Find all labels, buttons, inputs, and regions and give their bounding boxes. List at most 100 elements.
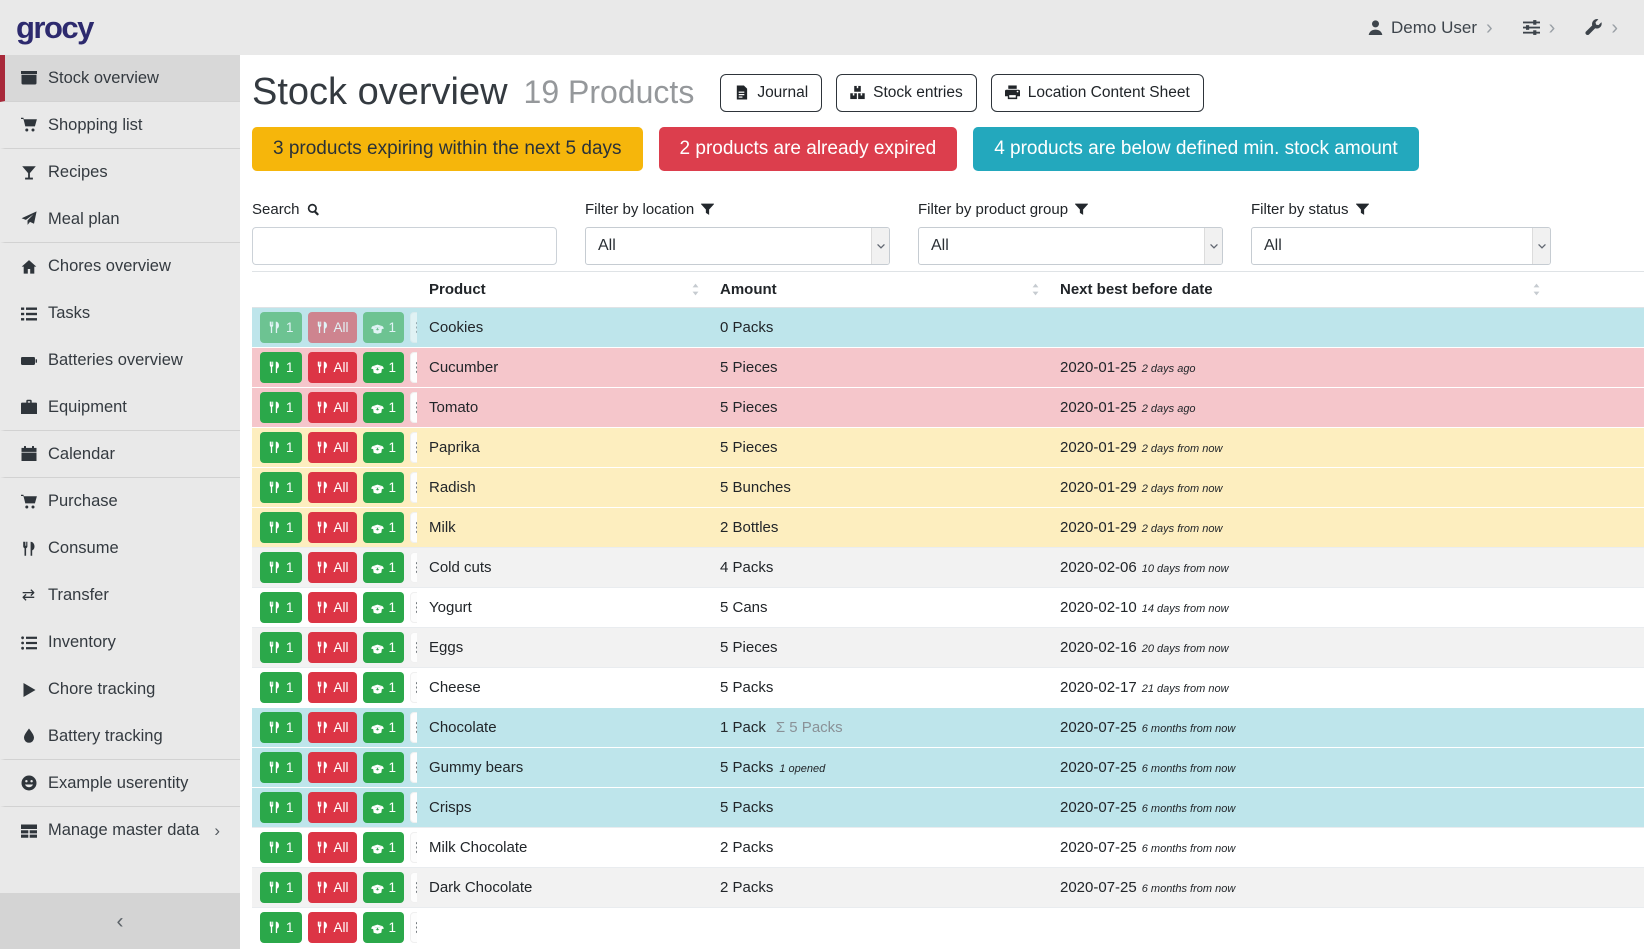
product-cell[interactable]: Milk — [417, 507, 708, 547]
open-one-button[interactable]: 1 — [363, 792, 405, 823]
sidebar-item-equipment[interactable]: Equipment — [0, 384, 240, 431]
sidebar-item-manage-master-data[interactable]: Manage master data› — [0, 807, 240, 854]
consume-one-button[interactable]: 1 — [260, 592, 302, 623]
consume-all-button[interactable]: All — [308, 552, 357, 583]
sort-icon[interactable] — [1029, 283, 1042, 296]
row-more-menu-button[interactable] — [410, 712, 417, 743]
sort-icon[interactable] — [1530, 283, 1543, 296]
row-more-menu-button[interactable] — [410, 432, 417, 463]
row-more-menu-button[interactable] — [410, 392, 417, 423]
open-one-button[interactable]: 1 — [363, 392, 405, 423]
amount-column-header[interactable]: Amount — [708, 271, 1048, 307]
consume-all-button[interactable]: All — [308, 752, 357, 783]
sidebar-item-purchase[interactable]: Purchase — [0, 478, 240, 525]
product-cell[interactable]: Paprika — [417, 427, 708, 467]
consume-one-button[interactable]: 1 — [260, 792, 302, 823]
open-one-button[interactable]: 1 — [363, 912, 405, 943]
product-column-header[interactable]: Product — [417, 271, 708, 307]
row-more-menu-button[interactable] — [410, 752, 417, 783]
location-filter-select[interactable]: All — [585, 227, 890, 265]
consume-one-button[interactable]: 1 — [260, 872, 302, 903]
row-more-menu-button[interactable] — [410, 592, 417, 623]
consume-one-button[interactable]: 1 — [260, 472, 302, 503]
consume-all-button[interactable]: All — [308, 792, 357, 823]
consume-all-button[interactable]: All — [308, 312, 357, 343]
open-one-button[interactable]: 1 — [363, 872, 405, 903]
product-cell[interactable]: Milk Chocolate — [417, 827, 708, 867]
row-more-menu-button[interactable] — [410, 512, 417, 543]
product-cell[interactable]: Chocolate — [417, 707, 708, 747]
consume-all-button[interactable]: All — [308, 432, 357, 463]
sidebar-item-batteries-overview[interactable]: Batteries overview — [0, 337, 240, 384]
row-more-menu-button[interactable] — [410, 312, 417, 343]
product-cell[interactable]: Cold cuts — [417, 547, 708, 587]
open-one-button[interactable]: 1 — [363, 312, 405, 343]
open-one-button[interactable]: 1 — [363, 352, 405, 383]
consume-one-button[interactable]: 1 — [260, 432, 302, 463]
product-cell[interactable]: Gummy bears — [417, 747, 708, 787]
consume-one-button[interactable]: 1 — [260, 632, 302, 663]
open-one-button[interactable]: 1 — [363, 592, 405, 623]
consume-all-button[interactable]: All — [308, 632, 357, 663]
consume-all-button[interactable]: All — [308, 672, 357, 703]
consume-one-button[interactable]: 1 — [260, 672, 302, 703]
consume-all-button[interactable]: All — [308, 832, 357, 863]
sidebar-item-consume[interactable]: Consume — [0, 525, 240, 572]
consume-one-button[interactable]: 1 — [260, 912, 302, 943]
consume-one-button[interactable]: 1 — [260, 552, 302, 583]
consume-one-button[interactable]: 1 — [260, 712, 302, 743]
consume-one-button[interactable]: 1 — [260, 352, 302, 383]
row-more-menu-button[interactable] — [410, 872, 417, 903]
product-cell[interactable]: Cucumber — [417, 347, 708, 387]
consume-all-button[interactable]: All — [308, 392, 357, 423]
product-group-filter-select[interactable]: All — [918, 227, 1223, 265]
journal-button[interactable]: Journal — [720, 74, 822, 112]
consume-all-button[interactable]: All — [308, 512, 357, 543]
open-one-button[interactable]: 1 — [363, 512, 405, 543]
open-one-button[interactable]: 1 — [363, 712, 405, 743]
sidebar-item-stock-overview[interactable]: Stock overview — [0, 55, 240, 102]
row-more-menu-button[interactable] — [410, 672, 417, 703]
sidebar-item-transfer[interactable]: ⇄Transfer — [0, 572, 240, 619]
settings-menu[interactable]: › — [1523, 18, 1556, 38]
row-more-menu-button[interactable] — [410, 632, 417, 663]
stock-entries-button[interactable]: Stock entries — [836, 74, 977, 112]
alert-info[interactable]: 4 products are below defined min. stock … — [973, 127, 1418, 171]
consume-all-button[interactable]: All — [308, 592, 357, 623]
row-more-menu-button[interactable] — [410, 832, 417, 863]
product-cell[interactable]: Crisps — [417, 787, 708, 827]
open-one-button[interactable]: 1 — [363, 432, 405, 463]
open-one-button[interactable]: 1 — [363, 472, 405, 503]
sidebar-item-meal-plan[interactable]: Meal plan — [0, 196, 240, 243]
consume-all-button[interactable]: All — [308, 472, 357, 503]
sidebar-item-calendar[interactable]: Calendar — [0, 431, 240, 478]
product-cell[interactable] — [417, 907, 708, 947]
alert-danger[interactable]: 2 products are already expired — [659, 127, 958, 171]
consume-all-button[interactable]: All — [308, 912, 357, 943]
product-cell[interactable]: Dark Chocolate — [417, 867, 708, 907]
consume-all-button[interactable]: All — [308, 872, 357, 903]
sidebar-item-battery-tracking[interactable]: Battery tracking — [0, 713, 240, 760]
consume-one-button[interactable]: 1 — [260, 392, 302, 423]
sidebar-item-inventory[interactable]: Inventory — [0, 619, 240, 666]
row-more-menu-button[interactable] — [410, 472, 417, 503]
product-cell[interactable]: Cheese — [417, 667, 708, 707]
consume-one-button[interactable]: 1 — [260, 832, 302, 863]
sidebar-item-tasks[interactable]: Tasks — [0, 290, 240, 337]
location-content-sheet-button[interactable]: Location Content Sheet — [991, 74, 1204, 112]
user-menu[interactable]: Demo User › — [1367, 18, 1493, 38]
search-input[interactable] — [252, 227, 557, 265]
admin-menu[interactable]: › — [1585, 18, 1618, 38]
consume-all-button[interactable]: All — [308, 712, 357, 743]
row-more-menu-button[interactable] — [410, 912, 417, 943]
product-cell[interactable]: Eggs — [417, 627, 708, 667]
row-more-menu-button[interactable] — [410, 352, 417, 383]
open-one-button[interactable]: 1 — [363, 752, 405, 783]
open-one-button[interactable]: 1 — [363, 832, 405, 863]
open-one-button[interactable]: 1 — [363, 552, 405, 583]
alert-warning[interactable]: 3 products expiring within the next 5 da… — [252, 127, 643, 171]
sidebar-item-recipes[interactable]: Recipes — [0, 149, 240, 196]
open-one-button[interactable]: 1 — [363, 672, 405, 703]
open-one-button[interactable]: 1 — [363, 632, 405, 663]
consume-one-button[interactable]: 1 — [260, 312, 302, 343]
